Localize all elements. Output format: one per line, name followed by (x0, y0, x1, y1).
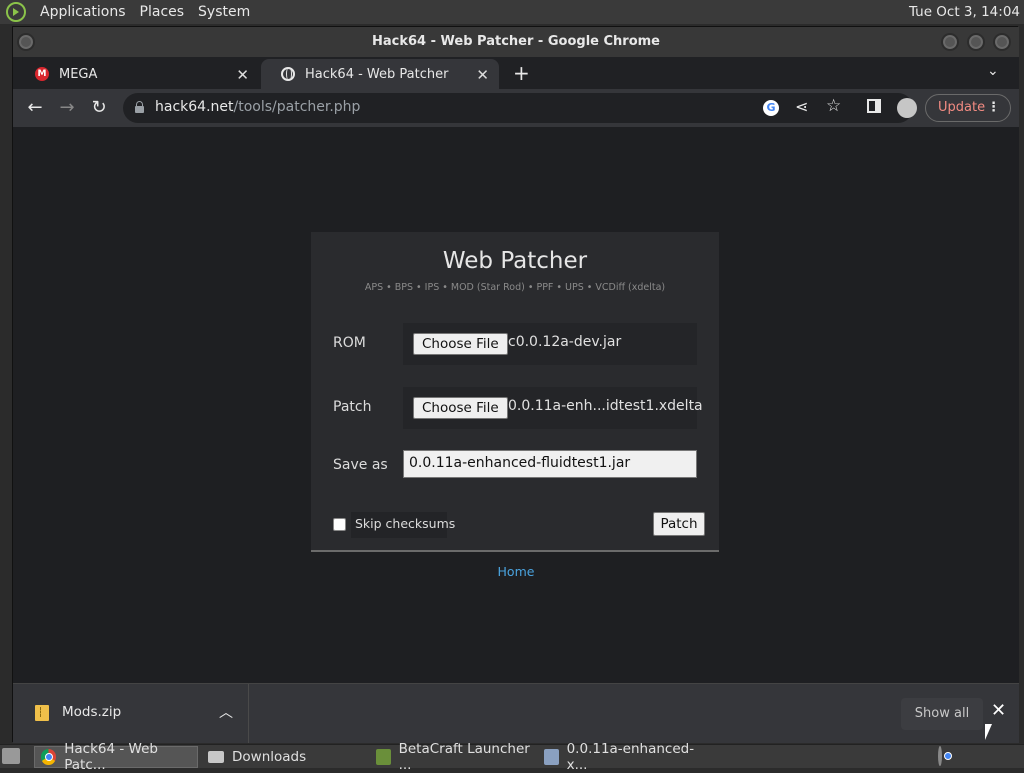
close-shelf-icon[interactable]: ✕ (991, 700, 1006, 721)
tab-title: MEGA (59, 66, 98, 82)
save-as-input[interactable]: 0.0.11a-enhanced-fluidtest1.jar (403, 450, 697, 478)
file-icon (544, 749, 559, 765)
url-text[interactable]: hack64.net/tools/patcher.php (155, 99, 360, 115)
update-button[interactable]: Update ⋮ (925, 94, 1011, 122)
tab-search-chevron-icon[interactable]: ⌄ (987, 63, 999, 79)
taskbar-item-downloads[interactable]: Downloads (202, 746, 366, 768)
tab-strip: M MEGA ✕ Hack64 - Web Patcher ✕ + ⌄ (13, 57, 1019, 89)
share-icon[interactable]: ⋖ (795, 97, 808, 116)
reload-icon[interactable]: ↻ (88, 97, 110, 118)
globe-icon (281, 67, 295, 81)
profile-avatar-icon[interactable] (897, 98, 917, 118)
close-tab-icon[interactable]: ✕ (476, 66, 489, 84)
taskbar-item-label: BetaCraft Launcher ... (398, 741, 530, 773)
bookmark-star-icon[interactable]: ☆ (826, 96, 841, 116)
show-all-button[interactable]: Show all (901, 698, 983, 730)
maximize-icon[interactable] (967, 33, 985, 51)
download-file-name: Mods.zip (62, 704, 122, 720)
taskbar: Hack64 - Web Patc... Downloads BetaCraft… (0, 741, 1024, 773)
betacraft-launcher-icon (376, 749, 391, 765)
patch-file-input[interactable]: Choose File 0.0.11a-enh...idtest1.xdelta (403, 387, 703, 429)
url-host: hack64.net (155, 99, 234, 115)
chevron-up-icon[interactable]: ︿ (219, 702, 233, 722)
taskbar-item-file[interactable]: 0.0.11a-enhanced-x... (538, 741, 702, 773)
close-tab-icon[interactable]: ✕ (236, 66, 249, 84)
taskbar-item-label: Hack64 - Web Patc... (64, 741, 158, 773)
patch-file-name: 0.0.11a-enh...idtest1.xdelta (508, 398, 703, 414)
window-menu-icon[interactable] (17, 33, 35, 51)
mouse-cursor-icon (985, 724, 992, 740)
more-menu-icon[interactable]: ⋮ (987, 95, 1000, 121)
taskbar-item-betacraft[interactable]: BetaCraft Launcher ... (370, 741, 534, 773)
update-label: Update (938, 100, 986, 115)
lock-icon[interactable] (135, 101, 144, 113)
page-content: Web Patcher APS • BPS • IPS • MOD (Star … (13, 127, 1019, 683)
zip-file-icon (35, 705, 49, 721)
patch-choose-file-button[interactable]: Choose File (413, 397, 508, 419)
menu-applications[interactable]: Applications (34, 4, 132, 20)
forward-icon[interactable]: → (56, 97, 78, 118)
home-link[interactable]: Home (13, 564, 1019, 579)
tab-title: Hack64 - Web Patcher (305, 66, 449, 82)
rom-choose-file-button[interactable]: Choose File (413, 333, 508, 355)
side-panel-icon[interactable] (867, 99, 881, 113)
patcher-card: Web Patcher APS • BPS • IPS • MOD (Star … (311, 232, 719, 552)
browser-window: Hack64 - Web Patcher - Google Chrome M M… (12, 26, 1019, 743)
rom-label: ROM (333, 335, 366, 351)
menu-system[interactable]: System (192, 4, 256, 20)
window-title: Hack64 - Web Patcher - Google Chrome (371, 34, 660, 49)
taskbar-item-label: Downloads (232, 749, 307, 765)
page-title: Web Patcher (442, 248, 588, 274)
patch-button[interactable]: Patch (653, 512, 705, 536)
rom-file-input[interactable]: Choose File c0.0.12a-dev.jar (403, 323, 697, 365)
clock[interactable]: Tue Oct 3, 14:04 (909, 4, 1020, 20)
back-icon[interactable]: ← (24, 97, 46, 118)
close-window-icon[interactable] (993, 33, 1011, 51)
download-item[interactable]: Mods.zip ︿ (13, 684, 249, 743)
google-lens-icon[interactable]: G (763, 100, 779, 116)
menu-places[interactable]: Places (134, 4, 191, 20)
rom-file-name: c0.0.12a-dev.jar (508, 334, 622, 350)
window-titlebar[interactable]: Hack64 - Web Patcher - Google Chrome (13, 27, 1019, 57)
tab-web-patcher[interactable]: Hack64 - Web Patcher ✕ (261, 59, 499, 89)
minimize-icon[interactable] (941, 33, 959, 51)
taskbar-item-label: 0.0.11a-enhanced-x... (566, 741, 695, 773)
skip-checksums-label[interactable]: Skip checksums (355, 516, 455, 531)
top-panel: Applications Places System Tue Oct 3, 14… (0, 0, 1024, 24)
address-bar[interactable]: hack64.net/tools/patcher.php G ⋖ ☆ (123, 93, 913, 123)
taskbar-item-chrome[interactable]: Hack64 - Web Patc... (34, 741, 198, 773)
url-path: /tools/patcher.php (233, 99, 361, 115)
download-shelf: Mods.zip ︿ Show all ✕ (13, 683, 1019, 743)
tab-mega[interactable]: M MEGA ✕ (15, 59, 259, 89)
new-tab-icon[interactable]: + (513, 61, 530, 85)
tray-chrome-icon[interactable] (938, 746, 942, 766)
folder-icon (208, 751, 224, 763)
show-desktop-icon[interactable] (2, 748, 20, 764)
supported-formats: APS • BPS • IPS • MOD (Star Rod) • PPF •… (364, 282, 666, 293)
browser-toolbar: ← → ↻ hack64.net/tools/patcher.php G ⋖ ☆… (13, 89, 1019, 127)
chrome-icon (41, 749, 57, 765)
patch-label: Patch (333, 399, 372, 415)
mega-icon: M (35, 67, 49, 81)
system-logo-icon[interactable] (6, 2, 26, 22)
save-as-label: Save as (333, 457, 388, 473)
skip-checksums-checkbox[interactable] (333, 518, 346, 531)
